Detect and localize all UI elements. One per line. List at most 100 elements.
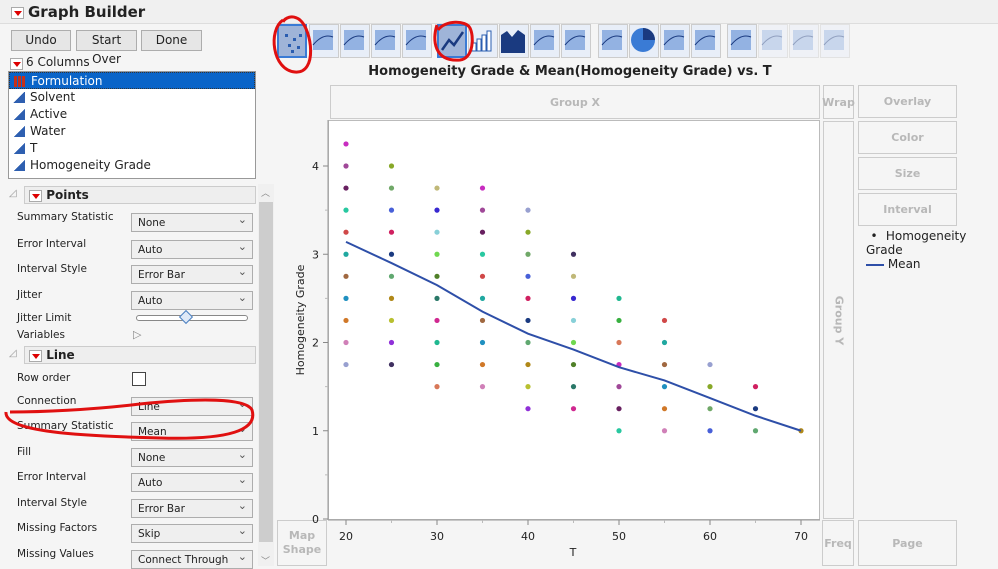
y-tick-label: 3 [312,248,319,261]
data-point [434,185,440,191]
data-point [707,384,713,390]
data-point [479,273,486,279]
data-point [343,339,349,346]
data-point [570,361,577,368]
data-point [434,361,440,368]
data-point [343,185,349,191]
line-marker-icon [866,263,884,266]
data-point [661,428,668,434]
x-tick-label: 30 [430,530,444,543]
data-point [525,295,531,301]
data-point [570,295,577,301]
data-point [752,406,759,412]
x-tick-label: 40 [521,530,535,543]
data-point [479,185,486,191]
data-point [525,406,531,412]
data-point [752,384,759,390]
data-point [343,251,349,257]
data-point [388,163,395,169]
data-point [570,251,577,257]
data-point [707,406,713,412]
data-point [616,339,622,346]
data-point [479,229,486,235]
data-point [479,317,486,324]
data-point [570,384,577,390]
data-point [525,229,531,235]
data-point [707,428,713,434]
data-point [434,251,440,257]
legend-item-points[interactable]: • Homogeneity Grade [866,229,998,257]
data-point [388,317,395,324]
data-point [661,317,668,324]
data-point [343,163,349,169]
x-tick-label: 20 [339,530,353,543]
mean-line [345,240,802,432]
data-point [343,273,349,279]
data-point [434,295,440,301]
data-point [343,295,349,301]
data-point [388,207,395,213]
data-point [388,185,395,191]
legend: • Homogeneity Grade Mean [866,229,998,271]
data-point [434,317,440,324]
data-point [479,251,486,257]
y-tick-label: 1 [312,425,319,438]
data-point [616,384,622,390]
data-point [525,251,531,257]
data-point [388,361,395,368]
y-tick-label: 2 [312,337,319,350]
data-point [388,339,395,346]
x-tick-label: 70 [794,530,808,543]
data-point [616,406,622,412]
data-point [752,428,759,434]
data-point [525,273,531,279]
x-axis-label: T [569,546,577,559]
data-point [388,229,395,235]
data-point [707,361,713,368]
data-point [616,428,622,434]
data-point [479,207,486,213]
data-point [388,251,395,257]
data-point [434,339,440,346]
data-point [525,317,531,324]
data-point [479,361,486,368]
y-tick-label: 0 [312,513,319,526]
data-point [434,384,440,390]
data-point [570,317,577,324]
legend-label: Mean [887,257,921,271]
data-point [661,406,668,412]
data-point [343,229,349,235]
legend-item-mean[interactable]: Mean [866,257,998,271]
data-point [343,361,349,368]
data-point [479,384,486,390]
data-point [570,273,577,279]
data-point [616,295,622,301]
data-point [661,384,668,390]
data-point [343,207,349,213]
data-point [479,339,486,346]
data-point [525,361,531,368]
data-point [343,317,349,324]
data-point [525,207,531,213]
data-point [388,295,395,301]
y-axis-label: Homogeneity Grade [294,264,307,375]
data-point [525,384,531,390]
data-point [570,339,577,346]
data-point [570,406,577,412]
data-point [661,339,668,346]
data-point [434,207,440,213]
dot-marker-icon: • [870,229,878,243]
y-tick-label: 4 [312,160,319,173]
data-point [434,229,440,235]
x-tick-label: 60 [703,530,717,543]
data-point [479,295,486,301]
data-point [343,141,349,147]
data-point [661,361,668,368]
x-tick-label: 50 [612,530,626,543]
data-point [525,339,531,346]
data-point [434,273,440,279]
legend-label: Homogeneity Grade [866,229,967,257]
data-point [616,317,622,324]
chart-svg: 0 1 2 3 4 20 30 40 50 60 70 T Homogeneity Grade [294,120,820,559]
data-point [388,273,395,279]
